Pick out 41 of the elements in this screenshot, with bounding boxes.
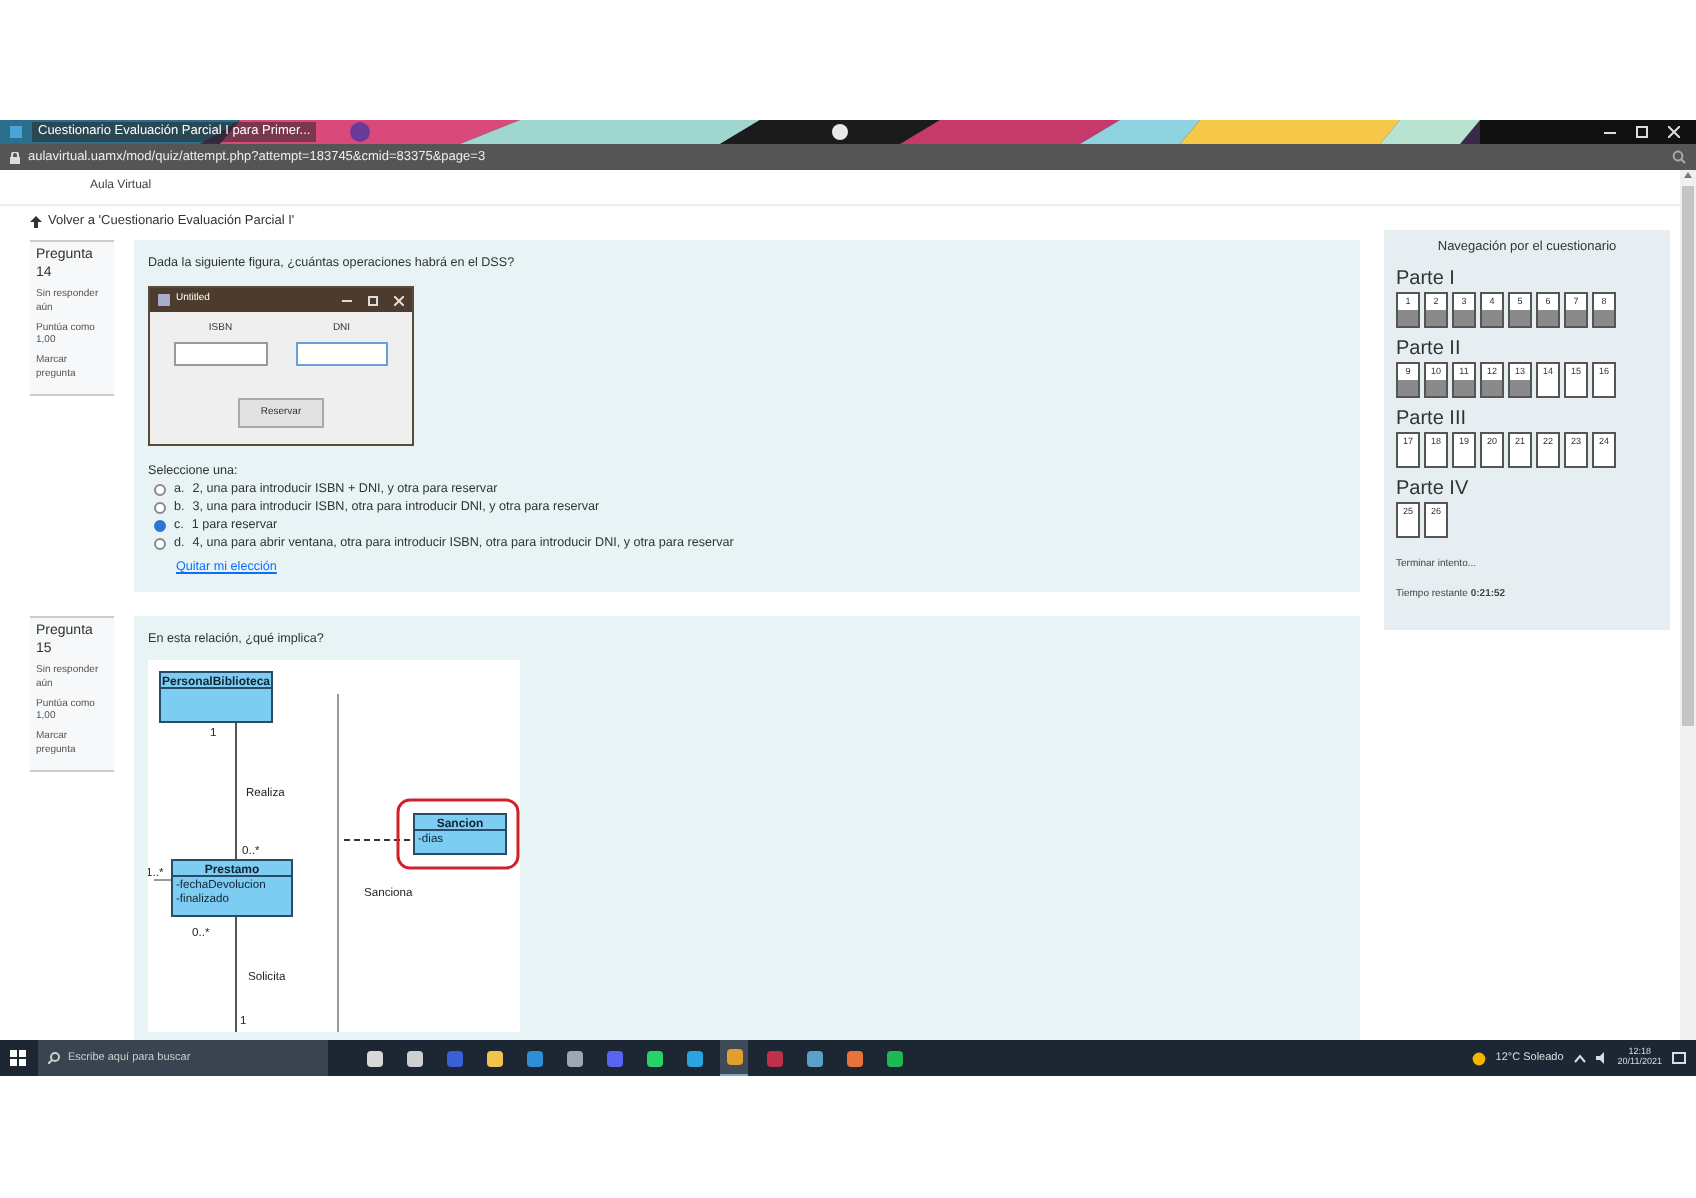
lock-icon (10, 151, 20, 163)
app-icon (765, 1049, 783, 1067)
windows-start-icon[interactable] (10, 1050, 26, 1066)
radio-button[interactable] (154, 538, 166, 551)
input-field (295, 341, 388, 366)
notification-icon[interactable] (1672, 1051, 1686, 1065)
zoom-icon[interactable] (1672, 150, 1686, 164)
close-icon[interactable] (1668, 126, 1680, 138)
window-icon (158, 294, 170, 307)
radio-button[interactable] (154, 483, 166, 496)
app-icon (725, 1048, 743, 1066)
part-heading: Parte II (1396, 339, 1463, 360)
input-field (174, 341, 267, 366)
speaker-icon[interactable] (1595, 1052, 1608, 1064)
close-icon (394, 295, 404, 306)
app-icon (805, 1049, 823, 1067)
maximize-icon (368, 295, 378, 306)
maximize-icon[interactable] (1636, 126, 1648, 138)
search-icon (48, 1052, 60, 1064)
minimize-icon[interactable] (1604, 126, 1616, 138)
chevron-up-icon[interactable] (1573, 1053, 1586, 1063)
part-heading: Parte I (1396, 269, 1457, 290)
radio-button[interactable] (154, 501, 166, 514)
app-icon (485, 1049, 503, 1067)
app-icon (605, 1049, 623, 1067)
app-icon (445, 1049, 463, 1067)
app-icon (645, 1049, 663, 1067)
sun-icon (1471, 1051, 1486, 1065)
scrollbar-thumb[interactable] (1682, 186, 1694, 726)
app-icon (405, 1049, 423, 1067)
part-heading: Parte IV (1396, 479, 1471, 500)
part-heading: Parte III (1396, 409, 1469, 430)
app-icon (565, 1049, 583, 1067)
app-icon (525, 1049, 543, 1067)
app-icon (365, 1049, 383, 1067)
up-arrow-icon (30, 215, 42, 228)
browser-tab-icon (8, 124, 24, 140)
app-icon (885, 1049, 903, 1067)
radio-button[interactable] (154, 520, 166, 533)
app-icon (845, 1049, 863, 1067)
app-icon (685, 1049, 703, 1067)
